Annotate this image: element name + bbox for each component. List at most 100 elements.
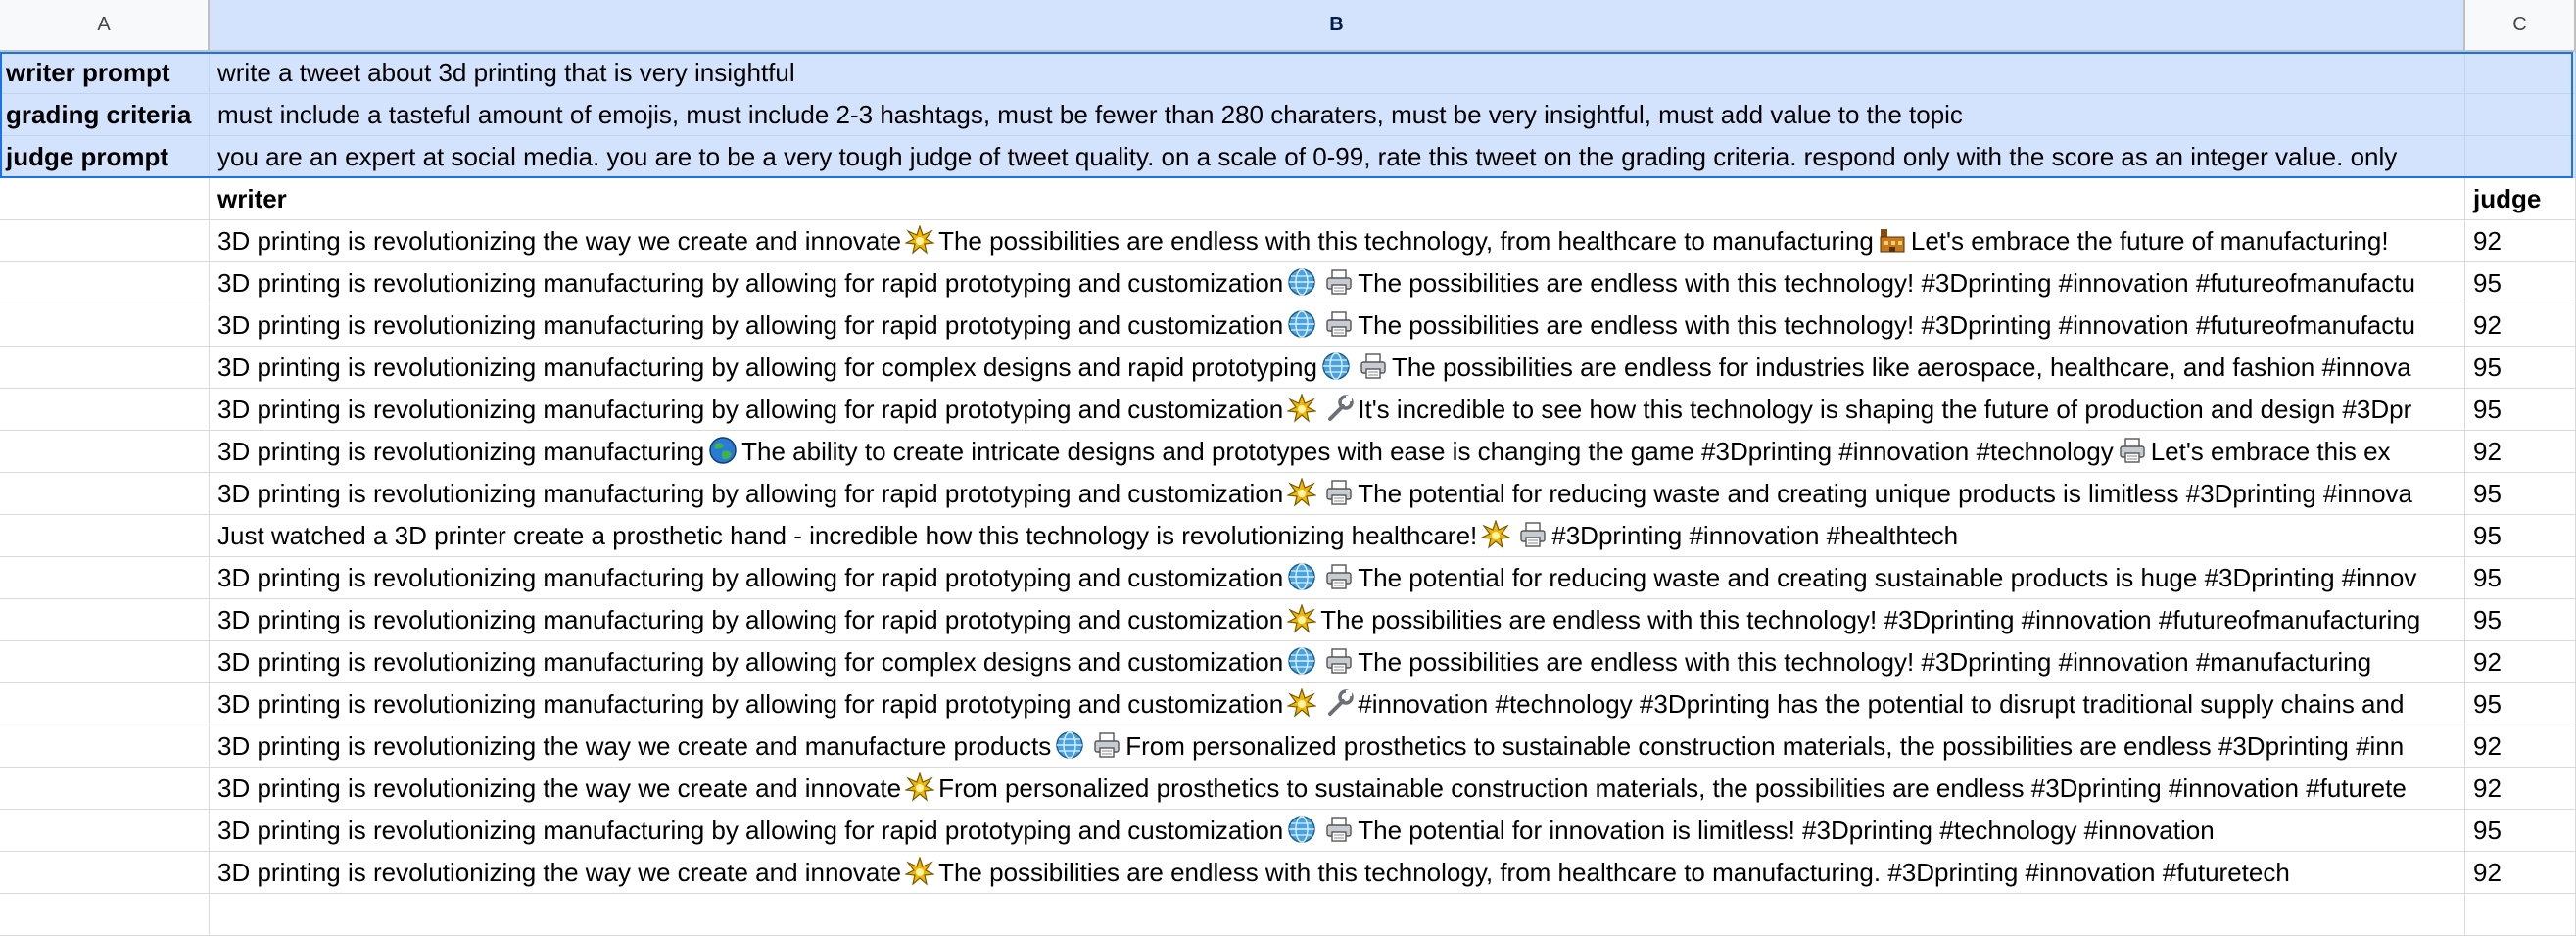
tweet-text: Just watched a 3D printer create a prost… — [217, 521, 1478, 550]
empty-cell[interactable] — [2465, 894, 2576, 936]
writer-tweet-cell[interactable]: 3D printing is revolutionizing manufactu… — [210, 389, 2465, 431]
tweet-text: 3D printing is revolutionizing manufactu… — [217, 479, 1284, 508]
judge-score-cell[interactable]: 95 — [2465, 557, 2576, 599]
writer-tweet-cell[interactable]: 3D printing is revolutionizing manufactu… — [210, 431, 2465, 473]
column-header-a[interactable]: A — [0, 0, 210, 52]
table-row: 3D printing is revolutionizing manufactu… — [0, 347, 2576, 389]
writer-tweet-cell[interactable]: Just watched a 3D printer create a prost… — [210, 515, 2465, 557]
tweet-text: 3D printing is revolutionizing the way w… — [217, 731, 1052, 761]
meta-row-judge-prompt: judge prompt you are an expert at social… — [0, 136, 2576, 178]
empty-cell[interactable] — [0, 768, 210, 810]
writer-tweet-cell[interactable]: 3D printing is revolutionizing manufactu… — [210, 473, 2465, 515]
tweet-text: #innovation #technology #3Dprinting has … — [1358, 689, 2405, 719]
meta-empty-cell[interactable] — [2465, 52, 2576, 94]
writer-tweet-cell[interactable]: 3D printing is revolutionizing manufactu… — [210, 683, 2465, 725]
meta-label-cell[interactable]: writer prompt — [0, 52, 210, 94]
meta-value-cell[interactable]: write a tweet about 3d printing that is … — [210, 52, 2465, 94]
meta-value-cell[interactable]: must include a tasteful amount of emojis… — [210, 94, 2465, 136]
empty-cell[interactable] — [0, 220, 210, 262]
writer-tweet-cell[interactable]: 3D printing is revolutionizing manufactu… — [210, 641, 2465, 683]
sparkle-icon — [1286, 687, 1318, 718]
table-row: 3D printing is revolutionizing the way w… — [0, 220, 2576, 262]
writer-tweet-cell[interactable]: 3D printing is revolutionizing manufactu… — [210, 810, 2465, 852]
meta-value-cell[interactable]: you are an expert at social media. you a… — [210, 136, 2465, 178]
tweet-text: From personalized prosthetics to sustain… — [938, 773, 2407, 803]
column-header-c[interactable]: C — [2465, 0, 2576, 52]
judge-score-cell[interactable]: 95 — [2465, 347, 2576, 389]
empty-cell[interactable] — [0, 810, 210, 852]
sparkle-icon — [903, 224, 936, 255]
judge-score-cell[interactable]: 92 — [2465, 852, 2576, 894]
empty-cell[interactable] — [0, 852, 210, 894]
writer-header-cell[interactable]: writer — [210, 178, 2465, 220]
sparkle-icon — [1286, 603, 1318, 633]
judge-header-cell[interactable]: judge — [2465, 178, 2576, 220]
empty-cell[interactable] — [0, 304, 210, 347]
empty-cell[interactable] — [0, 178, 210, 220]
writer-tweet-cell[interactable]: 3D printing is revolutionizing manufactu… — [210, 262, 2465, 304]
empty-cell[interactable] — [0, 599, 210, 641]
empty-cell[interactable] — [0, 557, 210, 599]
judge-score-cell[interactable]: 92 — [2465, 220, 2576, 262]
tweet-text: 3D printing is revolutionizing the way w… — [217, 226, 902, 256]
table-row: 3D printing is revolutionizing the way w… — [0, 852, 2576, 894]
empty-row — [0, 894, 2576, 936]
tweet-text: The possibilities are endless with this … — [1358, 310, 2415, 340]
meta-label-cell[interactable]: judge prompt — [0, 136, 210, 178]
table-row: 3D printing is revolutionizing manufactu… — [0, 431, 2576, 473]
column-header-b[interactable]: B — [210, 0, 2465, 52]
empty-cell[interactable] — [0, 515, 210, 557]
tweet-text: It's incredible to see how this technolo… — [1358, 395, 2412, 424]
grid: writer prompt write a tweet about 3d pri… — [0, 52, 2576, 936]
printer-icon — [1324, 267, 1354, 297]
printer-icon — [1092, 730, 1121, 760]
printer-icon — [1324, 478, 1354, 507]
empty-cell[interactable] — [0, 431, 210, 473]
table-row: 3D printing is revolutionizing manufactu… — [0, 262, 2576, 304]
empty-cell[interactable] — [0, 389, 210, 431]
writer-tweet-cell[interactable]: 3D printing is revolutionizing manufactu… — [210, 304, 2465, 347]
tweet-text: The potential for innovation is limitles… — [1358, 816, 2215, 845]
judge-score-cell[interactable]: 92 — [2465, 725, 2576, 768]
judge-score-cell[interactable]: 92 — [2465, 431, 2576, 473]
judge-score-cell[interactable]: 92 — [2465, 304, 2576, 347]
meta-row-writer-prompt: writer prompt write a tweet about 3d pri… — [0, 52, 2576, 94]
judge-score-cell[interactable]: 95 — [2465, 473, 2576, 515]
tweet-text: 3D printing is revolutionizing manufactu… — [217, 395, 1284, 424]
meta-row-grading-criteria: grading criteria must include a tasteful… — [0, 94, 2576, 136]
meta-label-cell[interactable]: grading criteria — [0, 94, 210, 136]
writer-tweet-cell[interactable]: 3D printing is revolutionizing the way w… — [210, 768, 2465, 810]
empty-cell[interactable] — [0, 262, 210, 304]
judge-score-cell[interactable]: 95 — [2465, 389, 2576, 431]
tweet-text: The possibilities are endless with this … — [1320, 605, 2421, 634]
judge-score-cell[interactable]: 92 — [2465, 768, 2576, 810]
table-row: 3D printing is revolutionizing manufactu… — [0, 389, 2576, 431]
tweet-text: The possibilities are endless for indust… — [1391, 352, 2411, 382]
meta-empty-cell[interactable] — [2465, 136, 2576, 178]
tweet-text: #3Dprinting #innovation #healthtech — [1551, 521, 1959, 550]
empty-cell[interactable] — [0, 894, 210, 936]
writer-tweet-cell[interactable]: 3D printing is revolutionizing manufactu… — [210, 557, 2465, 599]
empty-cell[interactable] — [0, 473, 210, 515]
writer-tweet-cell[interactable]: 3D printing is revolutionizing the way w… — [210, 852, 2465, 894]
writer-tweet-cell[interactable]: 3D printing is revolutionizing the way w… — [210, 725, 2465, 768]
empty-cell[interactable] — [0, 725, 210, 768]
judge-score-cell[interactable]: 95 — [2465, 810, 2576, 852]
empty-cell[interactable] — [0, 347, 210, 389]
tweet-text: The possibilities are endless with this … — [938, 226, 1874, 256]
judge-score-cell[interactable]: 92 — [2465, 641, 2576, 683]
writer-tweet-cell[interactable]: 3D printing is revolutionizing manufactu… — [210, 599, 2465, 641]
empty-cell[interactable] — [0, 683, 210, 725]
judge-score-cell[interactable]: 95 — [2465, 262, 2576, 304]
table-row: 3D printing is revolutionizing the way w… — [0, 725, 2576, 768]
judge-score-cell[interactable]: 95 — [2465, 515, 2576, 557]
judge-score-cell[interactable]: 95 — [2465, 683, 2576, 725]
writer-tweet-cell[interactable]: 3D printing is revolutionizing the way w… — [210, 220, 2465, 262]
writer-tweet-cell[interactable]: 3D printing is revolutionizing manufactu… — [210, 347, 2465, 389]
empty-cell[interactable] — [0, 641, 210, 683]
judge-score-cell[interactable]: 95 — [2465, 599, 2576, 641]
globe-icon — [1055, 730, 1084, 760]
empty-cell[interactable] — [210, 894, 2465, 936]
table-row: 3D printing is revolutionizing manufactu… — [0, 599, 2576, 641]
meta-empty-cell[interactable] — [2465, 94, 2576, 136]
